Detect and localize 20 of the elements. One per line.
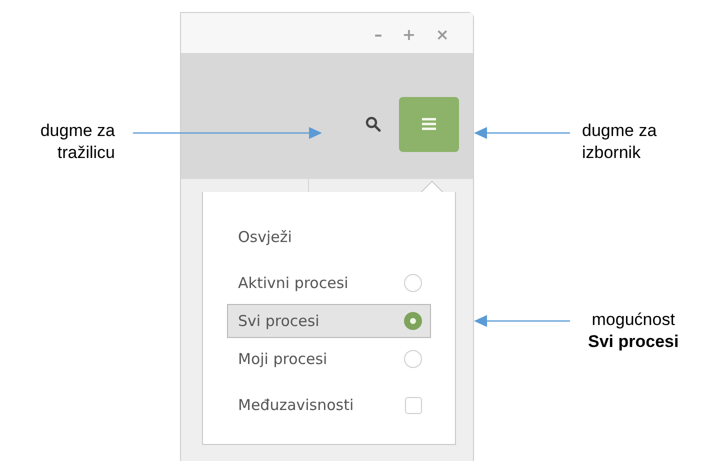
callout-label: mogućnost Svi procesi — [588, 309, 679, 353]
menu-item[interactable]: Svi procesi — [227, 304, 431, 338]
callout-label: dugme za izbornik — [582, 120, 657, 164]
menu-item[interactable]: Osvježi — [227, 220, 431, 254]
menu-button[interactable] — [399, 96, 459, 152]
menu-item[interactable]: Moji procesi — [227, 342, 431, 376]
checkbox[interactable] — [405, 396, 422, 414]
callout-label: dugme za tražilicu — [40, 120, 115, 164]
menu-item-label: Osvježi — [238, 226, 292, 248]
menu-icon — [422, 117, 436, 131]
menu-item-label: Svi procesi — [238, 310, 320, 332]
menu-item-label: Aktivni procesi — [238, 272, 348, 294]
radio-button[interactable] — [404, 312, 422, 330]
menu-item[interactable]: Aktivni procesi — [227, 266, 431, 300]
menu-item-label: Međuzavisnosti — [238, 394, 354, 416]
menu-item[interactable]: Međuzavisnosti — [227, 388, 431, 422]
radio-button[interactable] — [404, 350, 422, 368]
search-icon[interactable] — [365, 116, 381, 132]
menu-item-label: Moji procesi — [238, 348, 328, 370]
radio-button[interactable] — [404, 274, 422, 292]
